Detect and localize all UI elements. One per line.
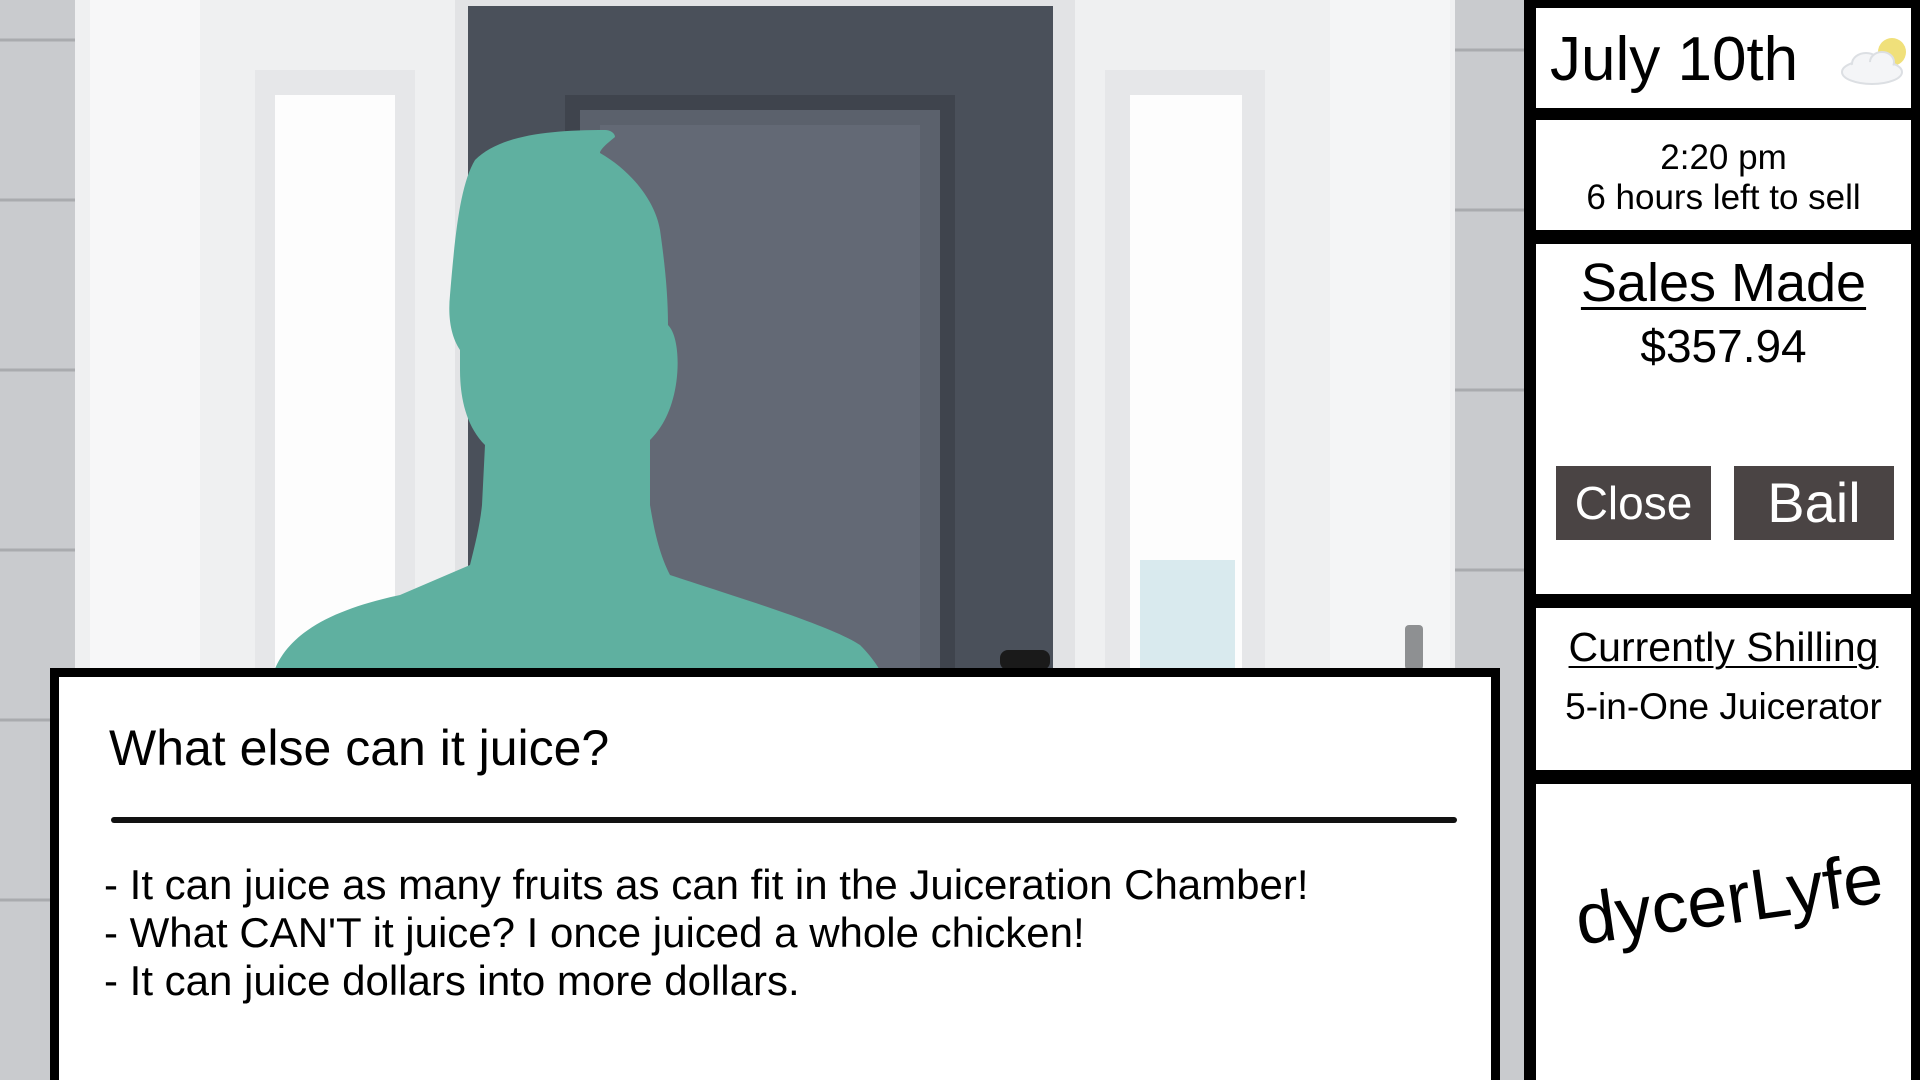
porch-scene: What else can it juice? - It can juice a…: [0, 0, 1524, 1080]
dialog-divider: [111, 817, 1457, 823]
answer-line: - What CAN'T it juice? I once juiced a w…: [104, 909, 1085, 956]
sales-card: Sales Made $357.94 Close Bail: [1536, 244, 1911, 594]
date-card: July 10th: [1536, 8, 1911, 108]
current-date: July 10th: [1550, 25, 1799, 94]
sales-amount: $357.94: [1640, 320, 1807, 372]
time-card: 2:20 pm 6 hours left to sell: [1536, 120, 1911, 230]
sales-title: Sales Made: [1580, 253, 1867, 313]
current-time: 2:20 pm: [1660, 138, 1787, 177]
shilling-card: Currently Shilling 5-in-One Juicerator: [1536, 608, 1911, 770]
answer-line: - It can juice dollars into more dollars…: [104, 957, 800, 1004]
dialog-box: What else can it juice? - It can juice a…: [50, 668, 1500, 1080]
partly-sunny-icon: [1841, 38, 1906, 85]
answer-line: - It can juice as many fruits as can fit…: [104, 861, 1309, 908]
dialog-question: What else can it juice?: [109, 720, 610, 776]
customer-silhouette: [270, 130, 888, 685]
user-card: dycerLyfe: [1536, 784, 1911, 1080]
bail-button[interactable]: Bail: [1734, 466, 1894, 540]
dialog-answers: - It can juice as many fruits as can fit…: [104, 861, 1309, 1005]
status-panel: July 10th 2:20 pm 6 hours left to sell S…: [1524, 0, 1920, 1080]
close-button[interactable]: Close: [1556, 466, 1711, 540]
shilling-product: 5-in-One Juicerator: [1565, 686, 1882, 727]
shilling-title: Currently Shilling: [1568, 624, 1879, 670]
player-username: dycerLyfe: [1570, 838, 1889, 961]
time-remaining: 6 hours left to sell: [1586, 178, 1861, 217]
